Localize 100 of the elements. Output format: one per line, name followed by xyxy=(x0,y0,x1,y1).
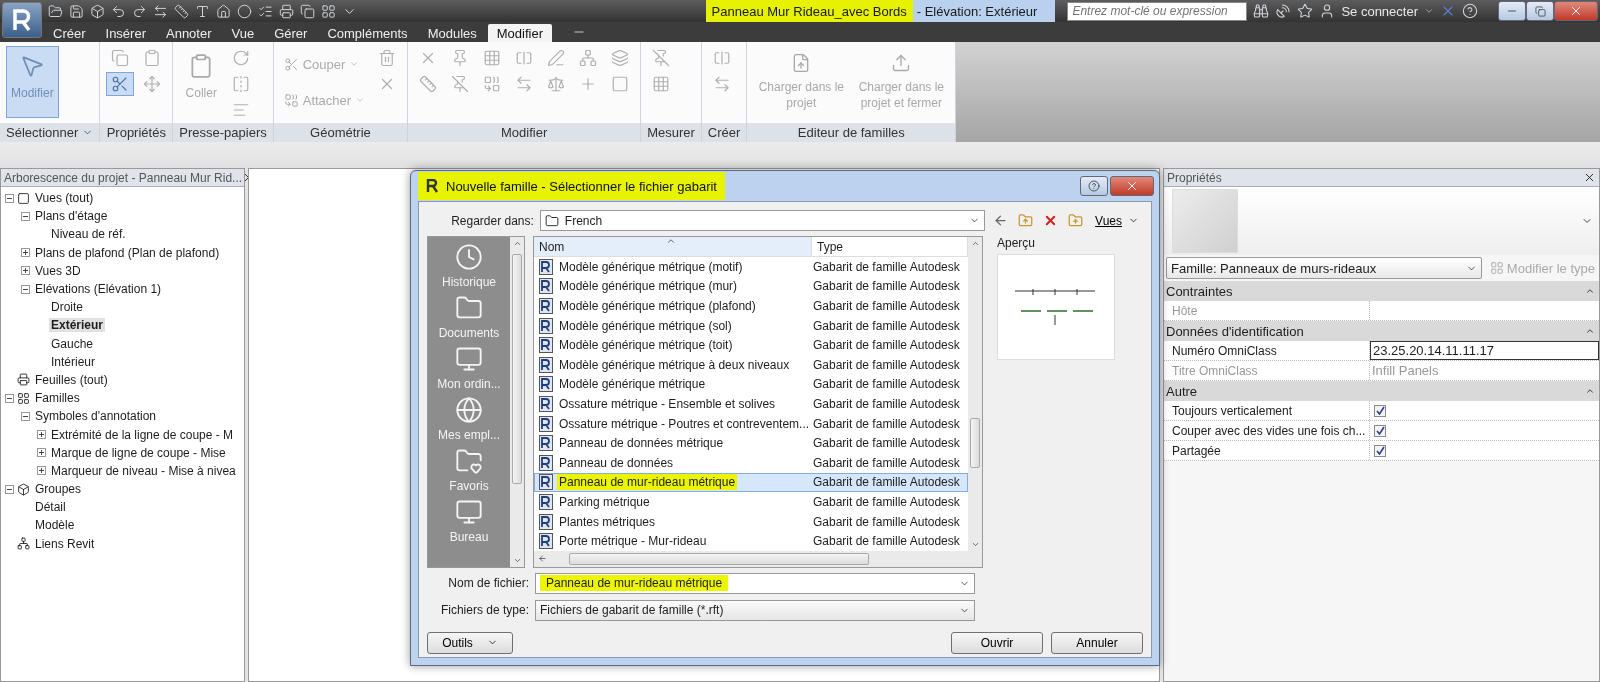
dimension-icon[interactable] xyxy=(153,3,168,19)
ruler-icon[interactable] xyxy=(174,3,189,19)
expand-toggle[interactable] xyxy=(37,448,46,458)
file-row[interactable]: Parking métrique Gabarit de famille Autodesk xyxy=(534,492,968,512)
file-row[interactable]: Panneau de données Gabarit de famille Autodesk xyxy=(534,452,968,473)
tree-item[interactable]: Gauche xyxy=(49,336,96,351)
tree-item[interactable]: Extérieur xyxy=(49,318,106,333)
property-checkbox[interactable] xyxy=(1374,404,1386,417)
property-value-field[interactable]: 23.25.20.14.11.11.17 xyxy=(1370,341,1599,360)
close-button[interactable] xyxy=(1554,1,1598,21)
expand-toggle[interactable] xyxy=(37,430,46,440)
collapse-toggle[interactable] xyxy=(21,284,30,294)
redo-icon[interactable] xyxy=(132,3,147,19)
star-icon[interactable] xyxy=(1297,3,1314,19)
file-row[interactable]: Panneau de mur-rideau métrique Gabarit de famille Autodesk xyxy=(534,472,968,493)
print-icon[interactable] xyxy=(279,3,294,19)
file-row[interactable]: Modèle générique métrique Gabarit de famille Autodesk xyxy=(534,374,968,395)
file-row[interactable]: Ossature métrique - Poutres et contreventem... Gabarit de famille Autodesk xyxy=(534,413,968,434)
scroll-thumb[interactable] xyxy=(569,552,869,565)
collapse-toggle[interactable] xyxy=(5,393,14,403)
property-checkbox[interactable] xyxy=(1374,444,1386,457)
ribbon-tab[interactable]: Créer xyxy=(44,24,95,42)
collapse-toggle[interactable] xyxy=(5,193,14,203)
collapse-icon[interactable] xyxy=(1585,326,1595,336)
ribbon-tab[interactable]: Modules xyxy=(418,24,486,42)
search-field[interactable]: Entrez mot-clé ou expression xyxy=(1067,1,1248,21)
tree-item[interactable]: Groupes xyxy=(33,482,84,497)
tree-item[interactable]: Droite xyxy=(49,300,85,315)
application-menu-button[interactable] xyxy=(2,2,42,38)
collapse-icon[interactable] xyxy=(1585,386,1595,396)
type-selector[interactable]: Famille: Panneaux de murs-rideaux xyxy=(1166,257,1482,279)
file-type-dropdown[interactable]: Fichiers de gabarit de famille (*.rft) xyxy=(535,599,975,621)
open-icon[interactable] xyxy=(48,3,63,19)
text-icon[interactable] xyxy=(195,3,210,19)
sign-in-link[interactable]: Se connecter xyxy=(1341,3,1418,19)
tree-item[interactable]: Marque de ligne de coupe - Mise xyxy=(49,445,228,460)
collapse-toggle[interactable] xyxy=(5,484,14,494)
tree-item[interactable]: Symboles d'annotation xyxy=(33,409,159,424)
dialog-button[interactable]: Ouvrir xyxy=(951,631,1043,654)
ribbon-tab[interactable]: Vue xyxy=(222,24,264,42)
scrollbar[interactable] xyxy=(510,237,524,567)
tree-item[interactable]: Détail xyxy=(33,500,68,515)
column-header[interactable]: Nom xyxy=(534,237,812,257)
house-icon[interactable] xyxy=(216,3,231,19)
tree-item[interactable]: Niveau de réf. xyxy=(49,227,128,242)
help-icon[interactable] xyxy=(1462,3,1478,19)
tree-item[interactable]: Liens Revit xyxy=(33,536,97,551)
expand-toggle[interactable] xyxy=(21,266,30,276)
tree-item[interactable]: Familles xyxy=(33,391,82,406)
horizontal-scrollbar[interactable] xyxy=(534,550,982,567)
file-row[interactable]: Modèle générique métrique (mur) Gabarit de famille Autodesk xyxy=(534,276,968,297)
expand-toggle[interactable] xyxy=(21,248,30,258)
help-button[interactable] xyxy=(1080,176,1108,196)
windows-icon[interactable] xyxy=(300,3,315,19)
maximize-button[interactable] xyxy=(1526,1,1554,21)
file-name-field[interactable]: Panneau de mur-rideau métrique xyxy=(535,572,975,594)
tools-button[interactable]: Outils xyxy=(427,631,513,654)
save-icon[interactable] xyxy=(69,3,84,19)
file-row[interactable]: Modèle générique métrique (motif) Gabarit de famille Autodesk xyxy=(534,257,968,277)
undo-icon[interactable] xyxy=(111,3,126,19)
views-menu[interactable]: Vues xyxy=(1091,213,1143,228)
ribbon-tab[interactable]: Annoter xyxy=(157,24,221,42)
file-row[interactable]: Modèle générique métrique (plafond) Gabarit de famille Autodesk xyxy=(534,296,968,316)
cube-icon[interactable] xyxy=(90,3,105,19)
scroll-thumb[interactable] xyxy=(970,418,980,468)
ribbon-tab[interactable]: Compléments xyxy=(318,24,417,42)
tree-item[interactable]: Plans de plafond (Plan de plafond) xyxy=(33,245,222,260)
tool-button[interactable] xyxy=(106,72,135,96)
close-button[interactable] xyxy=(1110,176,1154,196)
tree-item[interactable]: Vues (tout) xyxy=(33,191,96,206)
circle-icon[interactable] xyxy=(237,3,252,19)
file-row[interactable]: Modèle générique métrique à deux niveaux Gabarit de famille Autodesk xyxy=(534,354,968,375)
file-row[interactable]: Ossature métrique - Ensemble et solives Gabarit de famille Autodesk xyxy=(534,394,968,414)
file-row[interactable]: Modèle générique métrique (sol) Gabarit de famille Autodesk xyxy=(534,315,968,336)
file-row[interactable]: Panneau de données métrique Gabarit de famille Autodesk xyxy=(534,433,968,453)
collapse-toggle[interactable] xyxy=(21,411,30,421)
scroll-thumb[interactable] xyxy=(512,254,522,484)
file-row[interactable]: Plantes métriques Gabarit de famille Autodesk xyxy=(534,511,968,532)
file-row[interactable]: Modèle générique métrique (toit) Gabarit de famille Autodesk xyxy=(534,335,968,355)
scrollbar[interactable] xyxy=(968,237,982,551)
tree-item[interactable]: Intérieur xyxy=(49,354,98,369)
tree-item[interactable]: Plans d'étage xyxy=(33,209,110,224)
minimize-button[interactable] xyxy=(1498,1,1526,21)
file-row[interactable]: Porte métrique - Mur-rideau Gabarit de famille Autodesk xyxy=(534,531,968,551)
binoculars-icon[interactable] xyxy=(1253,3,1270,19)
dialog-button[interactable]: Annuler xyxy=(1051,631,1143,654)
column-header[interactable]: Type xyxy=(812,237,968,257)
tree-item[interactable]: Marqueur de niveau - Mise à nivea xyxy=(49,463,238,478)
grid-icon[interactable] xyxy=(321,3,336,19)
satellite-dish-icon[interactable] xyxy=(1275,3,1292,19)
tree-item[interactable]: Elévations (Elévation 1) xyxy=(33,282,164,297)
ribbon-tab[interactable]: Insérer xyxy=(96,24,155,42)
close-icon[interactable] xyxy=(1583,171,1596,184)
collapse-icon[interactable] xyxy=(1585,286,1595,296)
collapse-toggle[interactable] xyxy=(21,211,30,221)
tree-item[interactable]: Feuilles (tout) xyxy=(33,372,110,387)
ribbon-tab[interactable]: Gérer xyxy=(265,24,317,42)
look-in-dropdown[interactable]: French xyxy=(539,210,986,231)
ribbon-tab[interactable]: Modifier xyxy=(487,24,552,42)
expand-toggle[interactable] xyxy=(37,466,46,476)
